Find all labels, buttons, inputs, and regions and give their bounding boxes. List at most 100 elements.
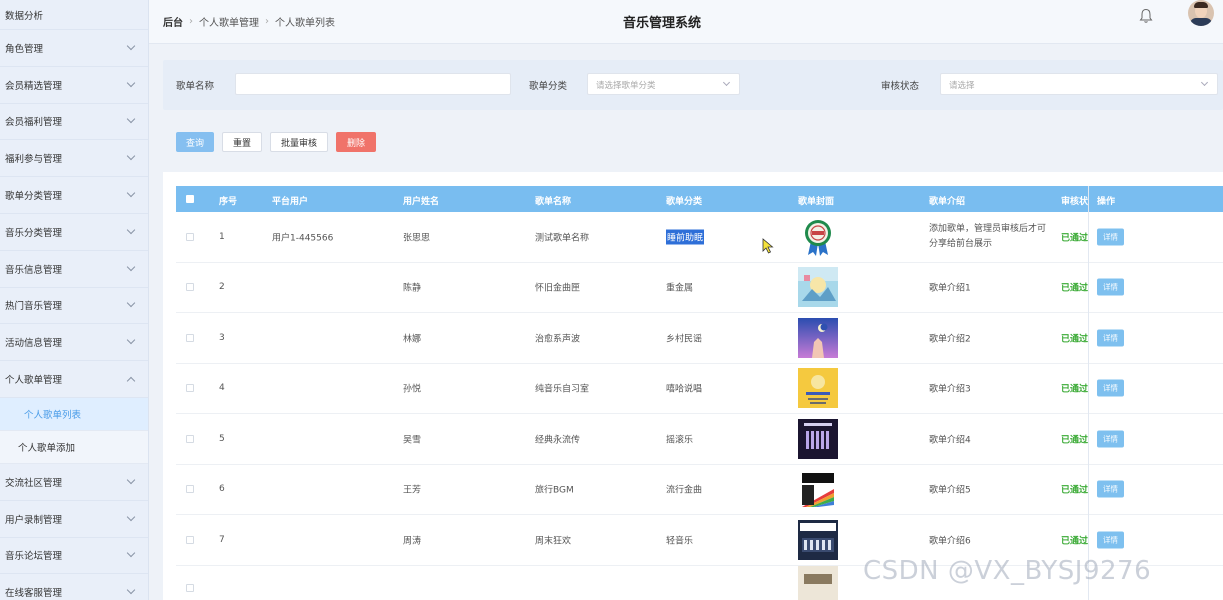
row-checkbox[interactable]	[186, 485, 194, 494]
breadcrumb-separator-icon: ›	[189, 16, 193, 27]
row-checkbox[interactable]	[186, 583, 194, 592]
cell-platform-user: 用户1-445566	[272, 233, 334, 244]
detail-button[interactable]: 详情	[1097, 531, 1124, 549]
playlist-category-label: 歌单分类	[529, 81, 568, 92]
col-header-action: 操作	[1097, 197, 1116, 207]
chevron-down-icon	[126, 549, 136, 558]
cell-status: 已通过	[1061, 334, 1089, 345]
table-row: 2 陈静 怀旧金曲匣 重金属 歌单介绍1 已通过 详情	[176, 263, 1223, 313]
sidebar-item-playlist-category[interactable]: 歌单分类管理	[0, 177, 148, 214]
select-all-checkbox[interactable]	[186, 195, 194, 203]
chevron-down-icon	[126, 78, 136, 87]
playlist-name-input[interactable]	[235, 73, 511, 95]
detail-button[interactable]: 详情	[1097, 329, 1124, 347]
cell-user-name: 林娜	[403, 334, 422, 345]
chevron-up-icon	[126, 376, 136, 385]
cell-no: 1	[219, 231, 225, 242]
sidebar-item-hot-music[interactable]: 热门音乐管理	[0, 287, 148, 325]
cell-intro: 歌单介绍4	[929, 435, 971, 446]
detail-button[interactable]: 详情	[1097, 480, 1124, 498]
chevron-down-icon	[126, 188, 136, 198]
sidebar-item-label: 音乐论坛管理	[5, 551, 63, 563]
sidebar-item-activity[interactable]: 活动信息管理	[0, 324, 148, 362]
reset-button[interactable]: 重置	[222, 132, 262, 152]
cell-category: 睡前助眠	[666, 229, 705, 245]
chevron-down-icon	[126, 262, 136, 271]
cell-no: 4	[219, 383, 225, 394]
cell-intro: 歌单介绍3	[929, 384, 971, 395]
cell-category: 重金属	[666, 283, 694, 294]
cover-image-ribbon-badge	[805, 219, 831, 256]
chevron-down-icon	[126, 41, 136, 51]
cover-image-beige-poster	[798, 565, 838, 600]
sidebar-item-customer-service[interactable]: 在线客服管理	[0, 574, 148, 600]
cell-status: 已通过	[1061, 536, 1089, 547]
sidebar-item-welfare-join[interactable]: 福利参与管理	[0, 140, 148, 178]
query-button[interactable]: 查询	[176, 132, 214, 152]
sidebar-item-label: 个人歌单管理	[5, 375, 63, 387]
sidebar-item-label: 交流社区管理	[5, 477, 63, 489]
sidebar-subitem-playlist-add[interactable]: 个人歌单添加	[0, 430, 148, 464]
cell-status: 已通过	[1061, 283, 1089, 294]
sidebar-item-label: 会员福利管理	[5, 117, 63, 129]
breadcrumb-home[interactable]: 后台	[163, 14, 183, 29]
sidebar-item-community[interactable]: 交流社区管理	[0, 463, 148, 501]
batch-review-button[interactable]: 批量审核	[270, 132, 328, 152]
mouse-cursor-icon	[762, 238, 774, 254]
row-checkbox[interactable]	[186, 535, 194, 544]
sidebar-item-member-welfare[interactable]: 会员福利管理	[0, 103, 148, 141]
sidebar-item-role[interactable]: 角色管理	[0, 30, 148, 67]
cell-user-name: 王芳	[403, 485, 422, 496]
chevron-down-icon	[126, 512, 136, 521]
playlist-category-select[interactable]: 请选择歌单分类	[587, 73, 740, 95]
sidebar-item-data-analysis[interactable]: 数据分析	[0, 0, 148, 30]
cell-user-name: 陈静	[403, 283, 422, 294]
detail-button[interactable]: 详情	[1097, 379, 1124, 397]
sidebar-item-personal-playlist[interactable]: 个人歌单管理	[0, 361, 148, 398]
delete-button[interactable]: 删除	[336, 132, 376, 152]
table-row: 6 王芳 旅行BGM 流行金曲 歌单介绍5 已通过 详情	[176, 465, 1223, 515]
avatar[interactable]	[1188, 0, 1214, 26]
detail-button[interactable]: 详情	[1097, 278, 1124, 296]
sidebar-item-label: 会员精选管理	[5, 80, 63, 92]
sidebar-item-label: 在线客服管理	[5, 588, 63, 600]
review-status-select[interactable]: 请选择	[940, 73, 1218, 95]
review-status-placeholder: 请选择	[949, 81, 975, 91]
cell-intro: 歌单介绍6	[929, 536, 971, 547]
row-checkbox[interactable]	[186, 333, 194, 342]
row-checkbox[interactable]	[186, 232, 194, 241]
cell-playlist-name: 治愈系声波	[535, 334, 581, 345]
sidebar-item-music-info[interactable]: 音乐信息管理	[0, 250, 148, 288]
chevron-down-icon	[126, 475, 136, 485]
cell-user-name: 孙悦	[403, 384, 422, 395]
chevron-down-icon	[722, 78, 731, 87]
sidebar-item-forum[interactable]: 音乐论坛管理	[0, 537, 148, 575]
row-checkbox[interactable]	[186, 434, 194, 443]
page-title: 音乐管理系统	[623, 16, 702, 31]
sidebar-item-label: 音乐分类管理	[5, 227, 63, 239]
sidebar: 数据分析 角色管理 会员精选管理 会员福利管理 福利参与管理 歌单分类管理 音乐…	[0, 0, 149, 600]
sidebar-item-recording[interactable]: 用户录制管理	[0, 500, 148, 538]
cell-category: 流行金曲	[666, 485, 703, 496]
sidebar-item-member-select[interactable]: 会员精选管理	[0, 66, 148, 104]
breadcrumb-module[interactable]: 个人歌单管理	[199, 14, 259, 29]
col-header-user-name: 用户姓名	[403, 197, 440, 207]
chevron-down-icon	[126, 225, 136, 235]
cell-category: 嘻哈说唱	[666, 384, 703, 395]
row-checkbox[interactable]	[186, 283, 194, 292]
bell-icon[interactable]	[1139, 8, 1153, 24]
cover-image-yellow-poster	[798, 368, 838, 409]
col-header-category: 歌单分类	[666, 197, 703, 207]
detail-button[interactable]: 详情	[1097, 430, 1124, 448]
sidebar-subitem-playlist-list[interactable]: 个人歌单列表	[0, 397, 148, 431]
table-row: 4 孙悦 纯音乐自习室 嘻哈说唱 歌单介绍3 已通过 详情	[176, 364, 1223, 414]
cover-image-navy-poster	[798, 519, 838, 560]
detail-button[interactable]: 详情	[1097, 228, 1124, 246]
cell-status: 已通过	[1061, 485, 1089, 496]
sidebar-item-music-category[interactable]: 音乐分类管理	[0, 213, 148, 251]
sidebar-item-label: 热门音乐管理	[5, 301, 63, 313]
chevron-down-icon	[1200, 78, 1209, 87]
row-checkbox[interactable]	[186, 384, 194, 393]
cell-no: 7	[219, 534, 225, 545]
cell-playlist-name: 旅行BGM	[535, 485, 574, 496]
